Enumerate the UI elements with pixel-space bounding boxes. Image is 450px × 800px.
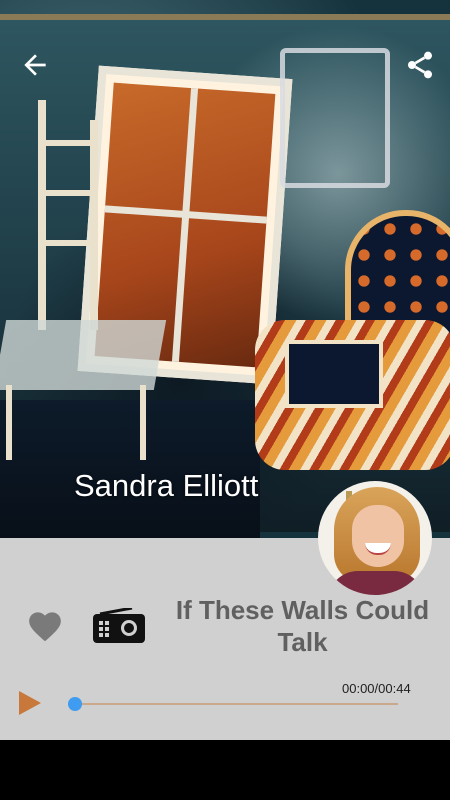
seek-track xyxy=(68,703,398,705)
track-title: If These Walls Could Talk xyxy=(175,595,430,657)
playback-time: 00:00/00:44 xyxy=(342,681,411,696)
artwork-image xyxy=(0,0,450,538)
arrow-back-icon[interactable] xyxy=(19,49,51,81)
seek-bar[interactable] xyxy=(68,696,398,712)
painted-chair xyxy=(280,48,390,188)
painted-ladder-chair xyxy=(0,100,170,460)
painting xyxy=(0,14,450,538)
artist-avatar xyxy=(318,481,432,595)
heart-icon[interactable] xyxy=(26,607,64,643)
system-nav-bar xyxy=(0,740,450,800)
play-icon[interactable] xyxy=(17,689,43,717)
painted-armchair xyxy=(255,210,450,500)
seek-knob[interactable] xyxy=(68,697,82,711)
artist-name: Sandra Elliott xyxy=(74,468,259,503)
radio-icon[interactable] xyxy=(92,608,146,644)
share-icon[interactable] xyxy=(404,49,436,81)
